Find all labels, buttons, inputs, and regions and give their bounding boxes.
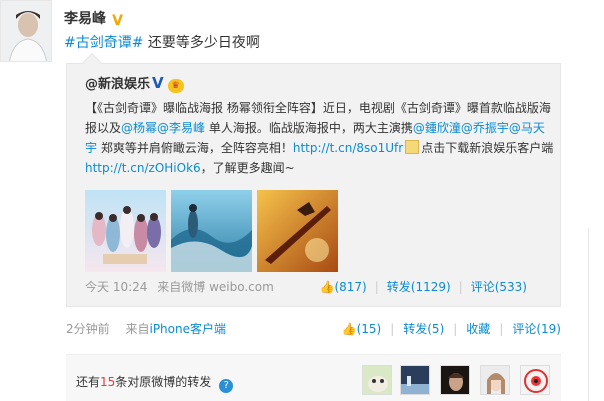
topic-link[interactable]: #古剑奇谭# <box>64 35 143 51</box>
thumbnail-image[interactable] <box>257 190 338 272</box>
reposter-avatar[interactable] <box>400 365 430 395</box>
comment-button[interactable]: 评论(533) <box>471 280 527 294</box>
mention-link[interactable]: @鍾欣潼 <box>413 121 461 135</box>
author-name[interactable]: 李易峰 <box>64 11 106 27</box>
favorite-button[interactable]: 收藏 <box>466 322 490 336</box>
quoted-actions: 👍(817) | 转发(1129) | 评论(533) <box>319 278 527 295</box>
post-text: #古剑奇谭# 还要等多少日夜啊 <box>64 32 260 52</box>
short-url-link[interactable]: http://t.cn/zOHiOk6 <box>85 161 201 175</box>
post-source[interactable]: iPhone客户端 <box>149 322 226 336</box>
author-avatar[interactable] <box>0 0 52 62</box>
quoted-text-part: 单人海报。临战版海报中，两大主演携 <box>205 121 413 135</box>
quoted-time[interactable]: 今天 10:24 <box>85 280 147 294</box>
repost-count: 15 <box>100 375 116 389</box>
quoted-footer: 今天 10:24 来自微博 weibo.com 👍(817) | 转发(1129) |… <box>85 278 545 294</box>
post-source-prefix: 来自 <box>125 322 150 336</box>
like-count: (817) <box>334 280 367 294</box>
repost-button[interactable]: 转发(1129) <box>387 280 451 294</box>
document-icon <box>405 140 420 154</box>
reposter-avatar[interactable] <box>480 365 510 395</box>
quoted-text-part: 点击下载新浪娱乐客户端 <box>421 141 554 155</box>
member-crown-icon: ♛ <box>167 79 184 93</box>
repost-suffix: 条对原微博的转发 <box>115 375 212 389</box>
quote-arrow <box>82 53 102 73</box>
divider: | <box>499 322 504 336</box>
thumbnail-image[interactable] <box>171 190 252 272</box>
repost-summary-text[interactable]: 还有15条对原微博的转发? <box>76 373 234 393</box>
repost-button[interactable]: 转发(5) <box>403 322 444 336</box>
reposter-avatar[interactable] <box>440 365 470 395</box>
divider: | <box>453 322 458 336</box>
divider: | <box>390 322 395 336</box>
verified-icon: V <box>152 74 164 92</box>
like-count: (15) <box>356 322 382 336</box>
mention-link[interactable]: @李易峰 <box>157 121 205 135</box>
quoted-text: 【《古剑奇谭》曝临战海报 杨幂领衔全阵容】近日，电视剧《古剑奇谭》曝首款临战版海… <box>85 98 555 178</box>
help-icon[interactable]: ? <box>219 379 234 393</box>
thumbs-up-icon: 👍 <box>319 280 335 294</box>
divider: | <box>374 280 379 294</box>
repost-summary-bar: 还有15条对原微博的转发? <box>66 354 561 401</box>
like-button[interactable]: 👍(817) <box>319 280 366 294</box>
quoted-author[interactable]: @新浪娱乐 V ♛ <box>85 73 184 93</box>
post-body: 还要等多少日夜啊 <box>143 35 260 51</box>
thumbs-up-icon: 👍 <box>341 322 357 336</box>
verified-icon: V <box>112 13 123 29</box>
short-url-link[interactable]: http://t.cn/8so1Ufr <box>293 141 403 155</box>
thumbnail-image[interactable] <box>85 190 166 272</box>
quoted-text-part: ，了解更多趣闻~ <box>200 161 295 175</box>
quoted-source-prefix: 来自 <box>157 280 182 294</box>
post-actions: 👍(15) | 转发(5) | 收藏 | 评论(19) <box>342 320 561 337</box>
quoted-source[interactable]: 微博 weibo.com <box>181 280 274 294</box>
post-footer: 2分钟前 来自iPhone客户端 👍(15) | 转发(5) | 收藏 | 评论(19) <box>66 320 561 336</box>
mention-link[interactable]: @乔振宇 <box>461 121 509 135</box>
divider: | <box>458 280 463 294</box>
quoted-post: @新浪娱乐 V ♛ 【《古剑奇谭》曝临战海报 杨幂领衔全阵容】近日，电视剧《古剑奇谭… <box>66 53 561 307</box>
post-author[interactable]: 李易峰 V <box>64 8 125 29</box>
quoted-text-part: 郑爽等并肩俯瞰云海，全阵容亮相！ <box>97 141 293 155</box>
like-button[interactable]: 👍(15) <box>342 322 382 336</box>
post-time[interactable]: 2分钟前 <box>66 322 110 336</box>
reposter-avatar[interactable] <box>362 365 392 395</box>
quoted-author-name[interactable]: @新浪娱乐 <box>85 77 150 92</box>
comment-button[interactable]: 评论(19) <box>512 322 561 336</box>
reposter-avatar[interactable] <box>520 365 550 395</box>
repost-prefix: 还有 <box>76 375 101 389</box>
adjacent-column-edge <box>588 228 604 401</box>
mention-link[interactable]: @杨幂 <box>121 121 157 135</box>
